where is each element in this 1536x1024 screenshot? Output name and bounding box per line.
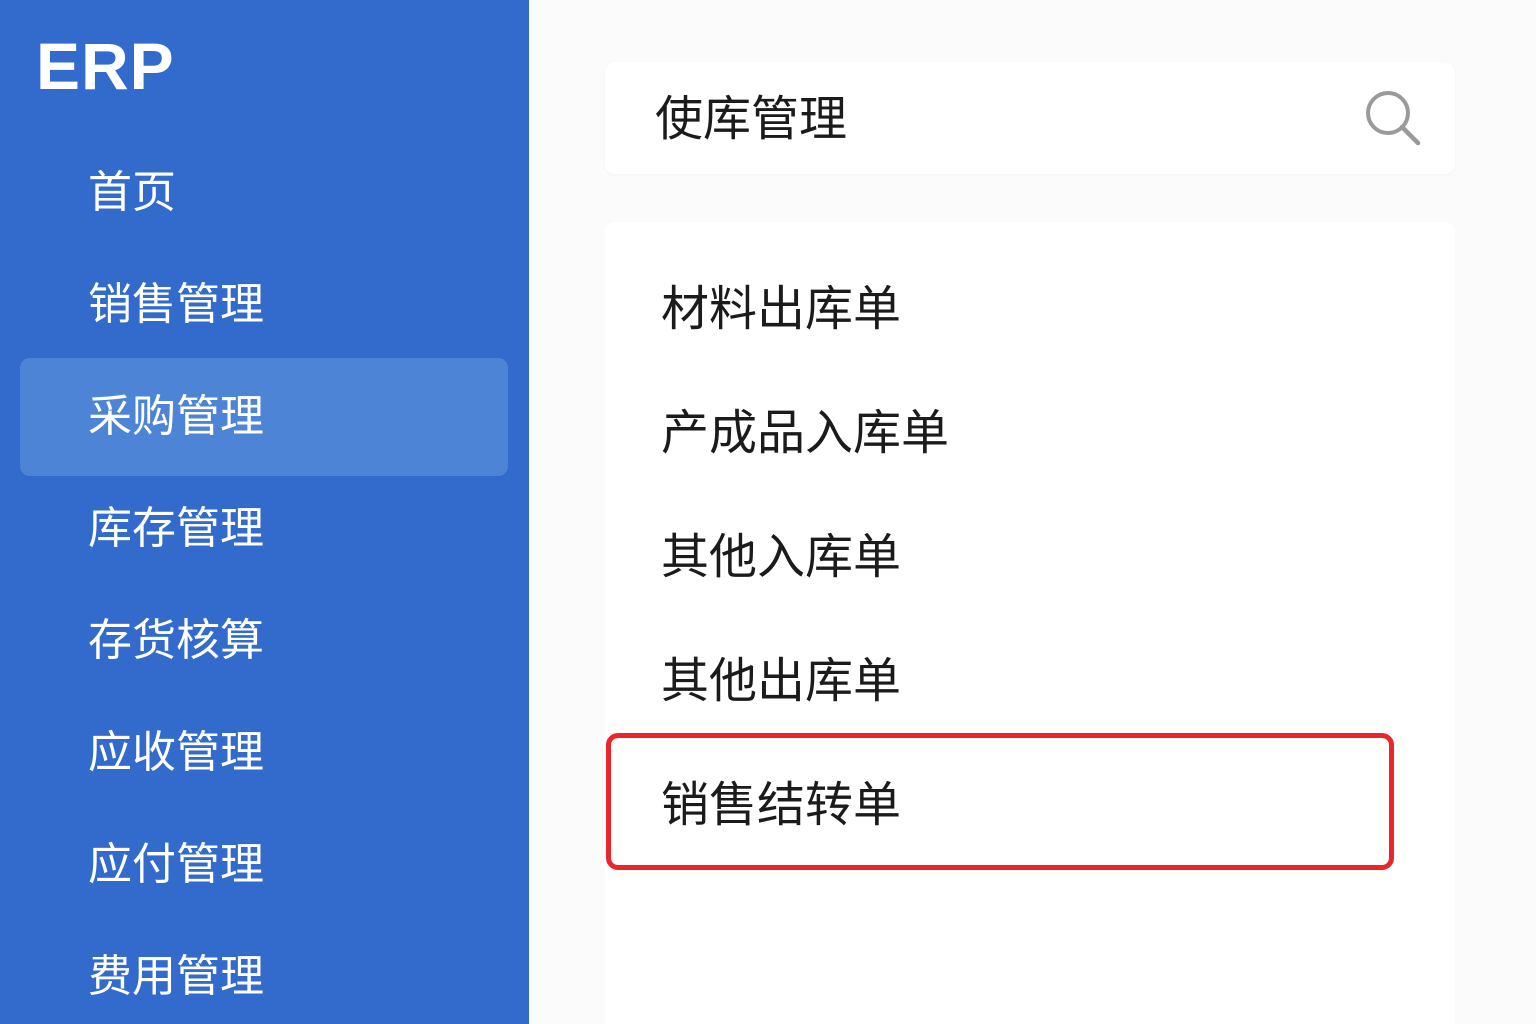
- menu-item-finished-goods-inbound[interactable]: 产成品入库单: [607, 368, 1389, 498]
- sidebar-item-expenses[interactable]: 费用管理: [20, 918, 508, 1024]
- menu-item-label: 材料出库单: [661, 281, 902, 337]
- menu-item-material-outbound[interactable]: 材料出库单: [607, 244, 1389, 374]
- sidebar-item-label: 销售管理: [88, 279, 264, 330]
- menu-item-other-outbound[interactable]: 其他出库单: [607, 616, 1389, 746]
- menu-item-sales-carryover[interactable]: 销售结转单: [607, 740, 1389, 870]
- sidebar-item-receivables[interactable]: 应收管理: [20, 694, 508, 812]
- menu-item-other-inbound[interactable]: 其他入库单: [607, 492, 1389, 622]
- sidebar-item-label: 费用管理: [88, 951, 264, 1002]
- erp-app: ERP 首页 销售管理 采购管理 库存管理 存货核算 应收管理 应付管理 费用管…: [0, 0, 1536, 1024]
- menu-item-label: 销售结转单: [661, 777, 902, 833]
- search-input[interactable]: 使库管理: [605, 62, 1455, 174]
- menu-item-label: 产成品入库单: [661, 405, 950, 461]
- sidebar-item-sales[interactable]: 销售管理: [20, 246, 508, 364]
- sidebar-item-label: 采购管理: [88, 391, 264, 442]
- submenu-panel: 材料出库单 产成品入库单 其他入库单 其他出库单 销售结转单: [605, 222, 1455, 1024]
- sidebar-item-label: 首页: [88, 167, 176, 218]
- main-content: 使库管理 材料出库单 产成品入库单 其他入库单 其他出库单 销售结转单: [529, 0, 1536, 1024]
- sidebar-item-purchase[interactable]: 采购管理: [20, 358, 508, 476]
- app-logo: ERP: [36, 29, 175, 103]
- sidebar-item-label: 应付管理: [88, 839, 264, 890]
- menu-item-label: 其他入库单: [661, 529, 902, 585]
- sidebar-item-payables[interactable]: 应付管理: [20, 806, 508, 924]
- sidebar-item-inventory-accounting[interactable]: 存货核算: [20, 582, 508, 700]
- sidebar-item-label: 库存管理: [88, 503, 264, 554]
- sidebar-item-inventory[interactable]: 库存管理: [20, 470, 508, 588]
- sidebar-item-label: 存货核算: [88, 615, 264, 666]
- sidebar: ERP 首页 销售管理 采购管理 库存管理 存货核算 应收管理 应付管理 费用管…: [0, 0, 529, 1024]
- search-input-value: 使库管理: [655, 91, 848, 147]
- search-icon[interactable]: [1363, 88, 1423, 148]
- sidebar-item-home[interactable]: 首页: [20, 134, 508, 252]
- menu-item-label: 其他出库单: [661, 653, 902, 709]
- sidebar-item-label: 应收管理: [88, 727, 264, 778]
